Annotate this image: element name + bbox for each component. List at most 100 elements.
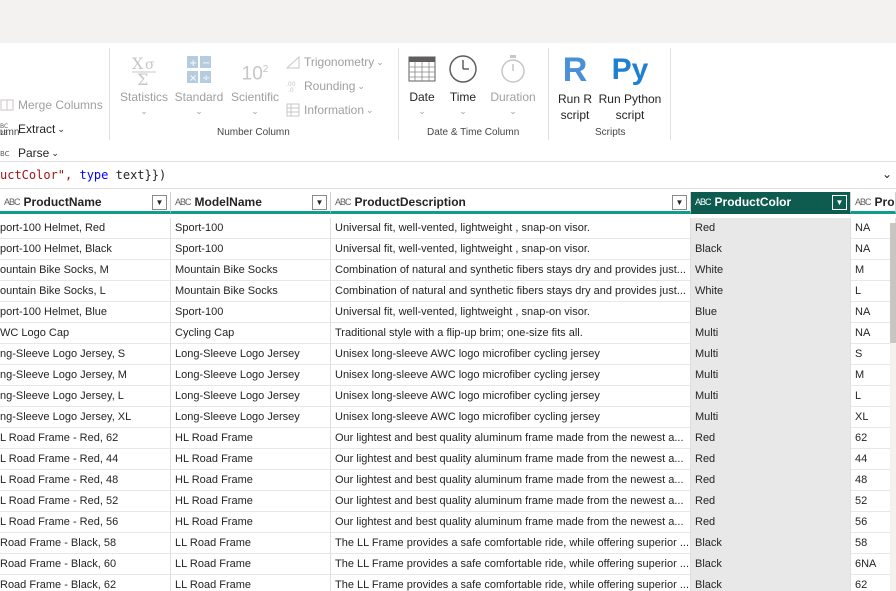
text-type-icon[interactable]: ABC [4, 197, 20, 207]
table-row[interactable]: L Road Frame - Red, 56 HL Road Frame Our l… [0, 512, 896, 533]
duration-button[interactable]: Duration ⌄ [488, 53, 538, 117]
table-cell-productdescription[interactable]: Universal fit, well-vented, lightweight … [331, 302, 691, 323]
table-cell-productcolor[interactable]: Blue [691, 302, 851, 323]
table-cell-productname[interactable]: ng-Sleeve Logo Jersey, L [0, 386, 171, 407]
table-cell-productcolor[interactable]: White [691, 260, 851, 281]
column-header-productname[interactable]: ABC ProductName ▼ [0, 192, 171, 214]
table-cell-productdescription[interactable]: Universal fit, well-vented, lightweight … [331, 218, 691, 239]
table-cell-productname[interactable]: L Road Frame - Red, 44 [0, 449, 171, 470]
text-type-icon[interactable]: ABC [175, 197, 191, 207]
rounding-button[interactable]: .00.0 Rounding ⌄ [286, 76, 365, 96]
table-cell-productname[interactable]: port-100 Helmet, Blue [0, 302, 171, 323]
table-row[interactable]: port-100 Helmet, Blue Sport-100 Universal … [0, 302, 896, 323]
table-cell-modelname[interactable]: HL Road Frame [171, 428, 331, 449]
table-row[interactable]: L Road Frame - Red, 62 HL Road Frame Our l… [0, 428, 896, 449]
table-row[interactable]: Road Frame - Black, 60 LL Road Frame The L… [0, 554, 896, 575]
formula-bar[interactable]: uctColor", type text}}) ⌄ [0, 161, 896, 189]
filter-dropdown-icon[interactable]: ▼ [312, 195, 327, 210]
table-cell-productdescription[interactable]: The LL Frame provides a safe comfortable… [331, 575, 691, 591]
text-type-icon[interactable]: ABC [695, 197, 711, 207]
table-cell-productcolor[interactable]: Red [691, 491, 851, 512]
column-header-pro[interactable]: ABC Pro [851, 192, 896, 214]
table-cell-productname[interactable]: Road Frame - Black, 60 [0, 554, 171, 575]
text-type-icon[interactable]: ABC [335, 197, 351, 207]
table-cell-productcolor[interactable]: Multi [691, 344, 851, 365]
table-cell-productcolor[interactable]: Multi [691, 407, 851, 428]
table-row[interactable]: ountain Bike Socks, M Mountain Bike Socks… [0, 260, 896, 281]
table-cell-productdescription[interactable]: The LL Frame provides a safe comfortable… [331, 533, 691, 554]
table-cell-modelname[interactable]: HL Road Frame [171, 491, 331, 512]
table-cell-productdescription[interactable]: The LL Frame provides a safe comfortable… [331, 554, 691, 575]
table-cell-productname[interactable]: L Road Frame - Red, 52 [0, 491, 171, 512]
column-header-productcolor[interactable]: ABC ProductColor ▼ [691, 192, 851, 214]
table-cell-productcolor[interactable]: Multi [691, 386, 851, 407]
table-row[interactable]: ng-Sleeve Logo Jersey, XL Long-Sleeve Log… [0, 407, 896, 428]
table-cell-productcolor[interactable]: Black [691, 575, 851, 591]
information-button[interactable]: Information ⌄ [286, 100, 374, 120]
table-row[interactable]: Road Frame - Black, 62 LL Road Frame The L… [0, 575, 896, 591]
table-cell-productname[interactable]: port-100 Helmet, Red [0, 218, 171, 239]
table-row[interactable]: ng-Sleeve Logo Jersey, M Long-Sleeve Logo… [0, 365, 896, 386]
parse-button[interactable]: BC Parse ⌄ [0, 143, 59, 163]
table-cell-productname[interactable]: ountain Bike Socks, L [0, 281, 171, 302]
table-cell-productdescription[interactable]: Combination of natural and synthetic fib… [331, 260, 691, 281]
table-row[interactable]: Road Frame - Black, 58 LL Road Frame The L… [0, 533, 896, 554]
expand-formula-chevron-icon[interactable]: ⌄ [882, 167, 892, 181]
table-row[interactable]: WC Logo Cap Cycling Cap Traditional style … [0, 323, 896, 344]
table-cell-productdescription[interactable]: Unisex long-sleeve AWC logo microfiber c… [331, 365, 691, 386]
table-cell-productdescription[interactable]: Traditional style with a flip-up brim; o… [331, 323, 691, 344]
table-cell-productname[interactable]: L Road Frame - Red, 48 [0, 470, 171, 491]
table-cell-modelname[interactable]: LL Road Frame [171, 533, 331, 554]
table-cell-productname[interactable]: ng-Sleeve Logo Jersey, M [0, 365, 171, 386]
table-cell-productcolor[interactable]: Multi [691, 365, 851, 386]
table-row[interactable]: port-100 Helmet, Black Sport-100 Universal… [0, 239, 896, 260]
table-cell-modelname[interactable]: Long-Sleeve Logo Jersey [171, 365, 331, 386]
scrollbar-thumb[interactable] [890, 223, 896, 343]
table-cell-modelname[interactable]: HL Road Frame [171, 449, 331, 470]
table-cell-modelname[interactable]: Sport-100 [171, 302, 331, 323]
run-r-script-button[interactable]: R Run R script [556, 51, 594, 123]
table-cell-modelname[interactable]: HL Road Frame [171, 470, 331, 491]
table-cell-productname[interactable]: WC Logo Cap [0, 323, 171, 344]
trigonometry-button[interactable]: Trigonometry ⌄ [285, 52, 384, 72]
date-button[interactable]: Date ⌄ [405, 53, 439, 117]
table-cell-modelname[interactable]: Cycling Cap [171, 323, 331, 344]
table-cell-productcolor[interactable]: Red [691, 218, 851, 239]
table-cell-productcolor[interactable]: Multi [691, 323, 851, 344]
table-cell-modelname[interactable]: Long-Sleeve Logo Jersey [171, 386, 331, 407]
table-row[interactable]: ountain Bike Socks, L Mountain Bike Socks… [0, 281, 896, 302]
column-header-productdescription[interactable]: ABC ProductDescription ▼ [331, 192, 691, 214]
table-cell-modelname[interactable]: Sport-100 [171, 239, 331, 260]
table-cell-productdescription[interactable]: Our lightest and best quality aluminum f… [331, 428, 691, 449]
table-cell-productcolor[interactable]: Red [691, 449, 851, 470]
table-cell-productdescription[interactable]: Our lightest and best quality aluminum f… [331, 491, 691, 512]
table-cell-productdescription[interactable]: Unisex long-sleeve AWC logo microfiber c… [331, 344, 691, 365]
formula-text[interactable]: uctColor", type text}}) [0, 168, 166, 182]
run-python-script-button[interactable]: Py Run Python script [598, 51, 662, 123]
table-cell-modelname[interactable]: LL Road Frame [171, 554, 331, 575]
table-cell-productcolor[interactable]: Red [691, 512, 851, 533]
table-cell-productname[interactable]: ng-Sleeve Logo Jersey, S [0, 344, 171, 365]
table-cell-productdescription[interactable]: Universal fit, well-vented, lightweight … [331, 239, 691, 260]
table-row[interactable]: port-100 Helmet, Red Sport-100 Universal f… [0, 218, 896, 239]
vertical-scrollbar[interactable] [890, 223, 896, 591]
table-cell-modelname[interactable]: HL Road Frame [171, 512, 331, 533]
table-row[interactable]: L Road Frame - Red, 48 HL Road Frame Our l… [0, 470, 896, 491]
table-cell-productcolor[interactable]: Black [691, 533, 851, 554]
table-cell-modelname[interactable]: LL Road Frame [171, 575, 331, 591]
table-cell-productname[interactable]: L Road Frame - Red, 62 [0, 428, 171, 449]
table-row[interactable]: L Road Frame - Red, 52 HL Road Frame Our l… [0, 491, 896, 512]
table-cell-productcolor[interactable]: Black [691, 554, 851, 575]
filter-dropdown-icon[interactable]: ▼ [832, 195, 847, 210]
standard-button[interactable]: + − × ÷ Standard ⌄ [174, 53, 224, 117]
text-type-icon[interactable]: ABC [855, 197, 871, 207]
table-cell-productdescription[interactable]: Our lightest and best quality aluminum f… [331, 512, 691, 533]
table-cell-productname[interactable]: Road Frame - Black, 58 [0, 533, 171, 554]
table-row[interactable]: ng-Sleeve Logo Jersey, L Long-Sleeve Logo… [0, 386, 896, 407]
table-cell-modelname[interactable]: Long-Sleeve Logo Jersey [171, 407, 331, 428]
table-cell-modelname[interactable]: Mountain Bike Socks [171, 281, 331, 302]
merge-columns-button[interactable]: Merge Columns [0, 95, 103, 115]
table-cell-productcolor[interactable]: Red [691, 470, 851, 491]
statistics-button[interactable]: X σ Σ Statistics ⌄ [118, 53, 170, 117]
table-cell-productcolor[interactable]: Red [691, 428, 851, 449]
